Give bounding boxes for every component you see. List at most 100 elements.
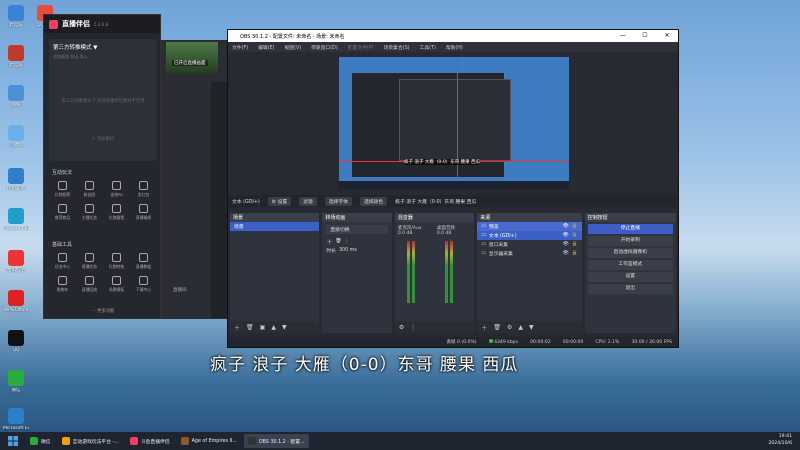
add-transition-icon[interactable]: ＋: [326, 237, 332, 246]
transition-menu-icon[interactable]: ⋮: [344, 239, 349, 244]
remove-scene-icon[interactable]: 🗑: [246, 324, 254, 331]
interact-label: 推荐商品: [54, 215, 71, 220]
close-button[interactable]: ✕: [656, 30, 678, 42]
select-font-button[interactable]: 选择字体: [324, 196, 352, 206]
visibility-icon[interactable]: 👁: [563, 251, 569, 256]
bitrate: 4349 kbps: [488, 339, 518, 345]
desktop-icon[interactable]: 回收站: [3, 125, 29, 148]
maximize-button[interactable]: ☐: [634, 30, 656, 42]
lock-icon[interactable]: 🔒: [572, 251, 578, 256]
source-down-icon[interactable]: ▼: [529, 324, 534, 331]
lock-icon[interactable]: 🔒: [572, 242, 578, 247]
menu-item[interactable]: 工具(T): [420, 44, 436, 51]
windows-start-icon[interactable]: [6, 436, 20, 446]
lock-icon[interactable]: 🔒: [572, 224, 578, 229]
desktop-icon-label: 控制面板: [7, 186, 25, 191]
menu-item[interactable]: 视图(V): [284, 44, 301, 51]
live-thumbnail[interactable]: [166, 42, 218, 74]
desktop-icon[interactable]: 此电脑: [3, 5, 29, 28]
menu-item[interactable]: 场景集合(S): [384, 44, 410, 51]
tool-item[interactable]: 下载中心: [130, 276, 157, 293]
system-clock[interactable]: 19:41 2024/10/6: [768, 433, 792, 447]
remove-transition-icon[interactable]: 🗑: [335, 239, 341, 244]
taskbar-item[interactable]: 微信: [26, 434, 55, 448]
desktop-icon[interactable]: WPS Office: [3, 290, 29, 313]
scene-filter-icon[interactable]: ▣: [260, 324, 266, 331]
menu-item[interactable]: 文件(F): [232, 44, 248, 51]
start-virtual-camera-button[interactable]: 启动虚拟摄像机: [587, 248, 673, 258]
visibility-icon[interactable]: 👁: [563, 242, 569, 247]
add-material-button[interactable]: + 添加素材: [53, 136, 153, 142]
taskbar-item[interactable]: 斗鱼直播伴侣: [126, 434, 174, 448]
menu-item[interactable]: 帮助(H): [446, 44, 463, 51]
desktop-icon[interactable]: Microsoft Edge: [3, 408, 29, 431]
scene-down-icon[interactable]: ▼: [282, 324, 287, 331]
tool-item[interactable]: 直播任务: [76, 253, 103, 270]
settings-button[interactable]: 设置: [587, 272, 673, 282]
tool-item[interactable]: 直播数据: [130, 253, 157, 270]
interact-icon: [58, 204, 67, 213]
source-props-icon[interactable]: ⚙: [507, 324, 512, 331]
visibility-icon[interactable]: 👁: [563, 224, 569, 229]
mode-dropdown[interactable]: 第三方转推模式 ▼: [53, 43, 153, 51]
tool-item[interactable]: 礼物特效: [103, 253, 130, 270]
selected-source-label: 文本 (GDI+): [232, 199, 260, 205]
exit-button[interactable]: 退出: [587, 284, 673, 294]
interact-item[interactable]: 发红包: [130, 181, 157, 198]
add-scene-icon[interactable]: ＋: [234, 323, 240, 332]
interact-item[interactable]: 主播任务: [76, 204, 103, 221]
taskbar-item[interactable]: 互动游戏玩法平台 -...: [58, 434, 123, 448]
source-row[interactable]: ▭ 显示器采集 👁 🔒: [477, 249, 581, 258]
visibility-icon[interactable]: 👁: [563, 233, 569, 238]
sources-title: 来源: [477, 213, 582, 222]
scene-item[interactable]: 场景: [230, 222, 320, 231]
add-source-icon[interactable]: ＋: [481, 323, 487, 332]
desktop-icon[interactable]: 控制面板: [3, 168, 29, 191]
tool-item[interactable]: 场景模板: [103, 276, 130, 293]
taskbar-item[interactable]: OBS 30.1.2 - 配置...: [243, 434, 309, 448]
minimize-button[interactable]: —: [612, 30, 634, 42]
source-row[interactable]: ▭ 预览 👁 🔒: [477, 222, 582, 231]
transition-select[interactable]: 直接切换: [326, 225, 388, 234]
interact-item[interactable]: 推荐商品: [49, 204, 76, 221]
network-icon: [8, 85, 24, 101]
interact-item[interactable]: 粉丝团: [76, 181, 103, 198]
desktop-icon[interactable]: 微信: [3, 370, 29, 393]
menu-item[interactable]: 编辑(E): [258, 44, 274, 51]
mixer-menu-icon[interactable]: ⋮: [410, 324, 416, 331]
interact-item[interactable]: 连线PK: [103, 181, 130, 198]
start-recording-button[interactable]: 开始录制: [587, 236, 673, 246]
source-filters-button[interactable]: 滤镜: [299, 196, 317, 206]
tool-label: 下载中心: [135, 287, 152, 292]
desktop-icon[interactable]: 金山打字: [3, 250, 29, 273]
obs-preview[interactable]: 疯子 浪子 大雁（0-0）东哥 腰果 西瓜: [339, 57, 569, 189]
lock-icon[interactable]: 🔒: [572, 233, 578, 238]
tool-item[interactable]: 直播回放: [76, 276, 103, 293]
scene-up-icon[interactable]: ▲: [271, 324, 276, 331]
source-settings-button[interactable]: ⚙ 设置: [267, 196, 292, 206]
mixer-settings-icon[interactable]: ⚙: [399, 324, 404, 331]
select-color-button[interactable]: 选择颜色: [359, 196, 388, 206]
stop-streaming-button[interactable]: 停止直播: [587, 224, 673, 234]
interact-item[interactable]: 礼物展馆: [103, 204, 130, 221]
studio-mode-button[interactable]: 工作室模式: [587, 260, 673, 270]
duration-value[interactable]: 300 ms: [339, 248, 357, 253]
desktop-icon[interactable]: QQ: [3, 330, 29, 353]
mode-actions[interactable]: 添加画面 导出 导入: [53, 54, 153, 60]
tool-item[interactable]: 购物车: [49, 276, 76, 293]
tool-item[interactable]: 任务中心: [49, 253, 76, 270]
source-row[interactable]: ▭ 文本 (GDI+) 👁 🔒: [477, 231, 582, 240]
obs-titlebar[interactable]: OBS 30.1.2 - 配置文件: 未命名 - 场景: 未命名 — ☐ ✕: [228, 30, 678, 42]
taskbar-item[interactable]: Age of Empires II...: [177, 434, 241, 448]
menu-item[interactable]: 配置文件(P): [348, 44, 374, 51]
remove-source-icon[interactable]: 🗑: [493, 324, 501, 331]
desktop-icon[interactable]: Microsoft Edge: [3, 208, 29, 231]
menu-item[interactable]: 停靠窗口(D): [311, 44, 338, 51]
source-row[interactable]: ▭ 窗口采集 👁 🔒: [477, 240, 581, 249]
more-features-button[interactable]: ··· 更多功能: [44, 308, 162, 314]
desktop-icon[interactable]: 网络: [3, 85, 29, 108]
interact-item[interactable]: 礼物投票: [49, 181, 76, 198]
source-up-icon[interactable]: ▲: [518, 324, 523, 331]
interact-item[interactable]: 直播福袋: [130, 204, 157, 221]
desktop-icon[interactable]: 此电脑: [3, 45, 29, 68]
